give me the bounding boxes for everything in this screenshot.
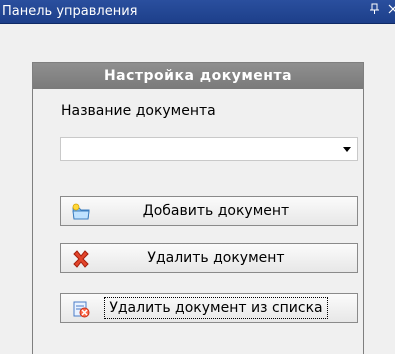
document-settings-panel: Настройка документа Название документа Д… <box>32 62 364 354</box>
remove-from-list-button[interactable]: Удалить документ из списка <box>60 293 358 323</box>
titlebar-buttons <box>368 3 395 19</box>
chevron-down-icon[interactable] <box>343 147 351 152</box>
remove-from-list-icon <box>71 299 91 319</box>
red-x-icon <box>71 249 91 269</box>
window-title: Панель управления <box>2 4 138 19</box>
panel-header: Настройка документа <box>33 63 363 89</box>
close-icon[interactable] <box>387 3 395 19</box>
add-document-label: Добавить документ <box>142 203 290 219</box>
delete-document-button[interactable]: Удалить документ <box>60 243 358 273</box>
remove-from-list-label: Удалить документ из списка <box>104 297 328 319</box>
delete-document-label: Удалить документ <box>147 250 285 266</box>
folder-add-icon <box>71 202 91 222</box>
panel-titlebar: Панель управления <box>0 0 395 24</box>
doc-name-label: Название документа <box>61 103 216 119</box>
doc-name-combobox[interactable] <box>60 137 358 161</box>
pin-icon[interactable] <box>368 3 381 19</box>
add-document-button[interactable]: Добавить документ <box>60 196 358 226</box>
